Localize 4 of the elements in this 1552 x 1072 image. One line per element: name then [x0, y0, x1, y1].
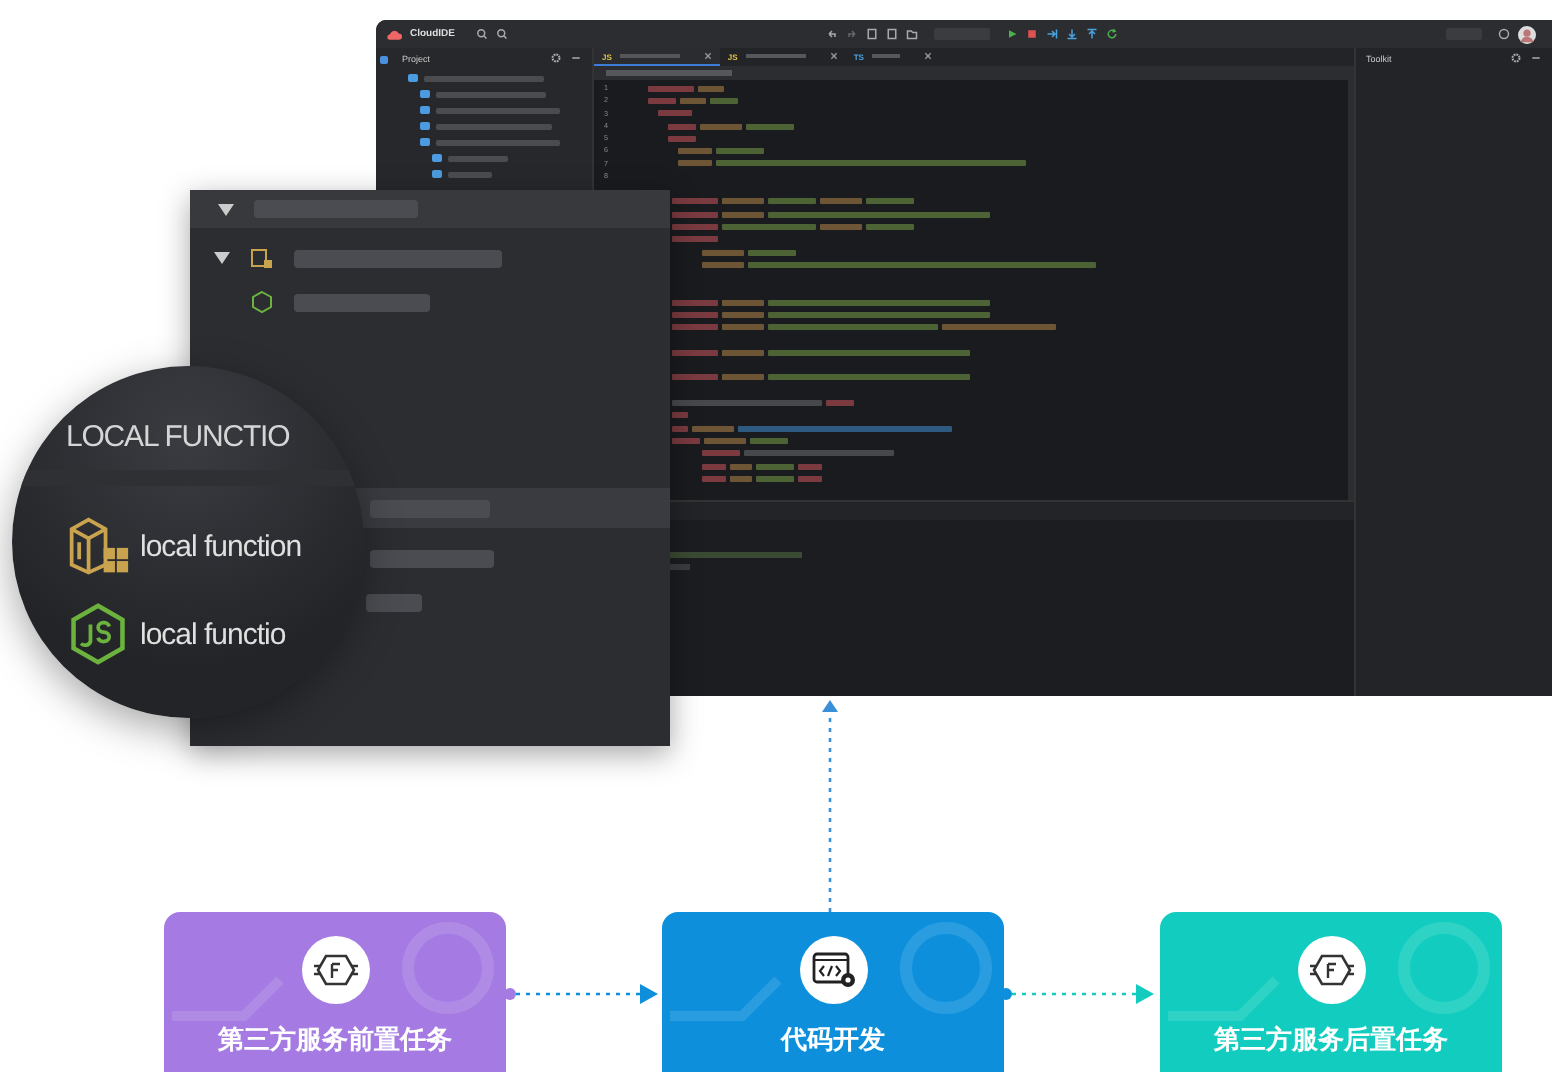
flow-step-card[interactable]: 代码开发 [662, 912, 1004, 1072]
function-name[interactable]: local functio [140, 617, 286, 651]
section-header: LOCAL FUNCTIO [66, 420, 290, 454]
function-name[interactable]: local function [140, 529, 302, 563]
